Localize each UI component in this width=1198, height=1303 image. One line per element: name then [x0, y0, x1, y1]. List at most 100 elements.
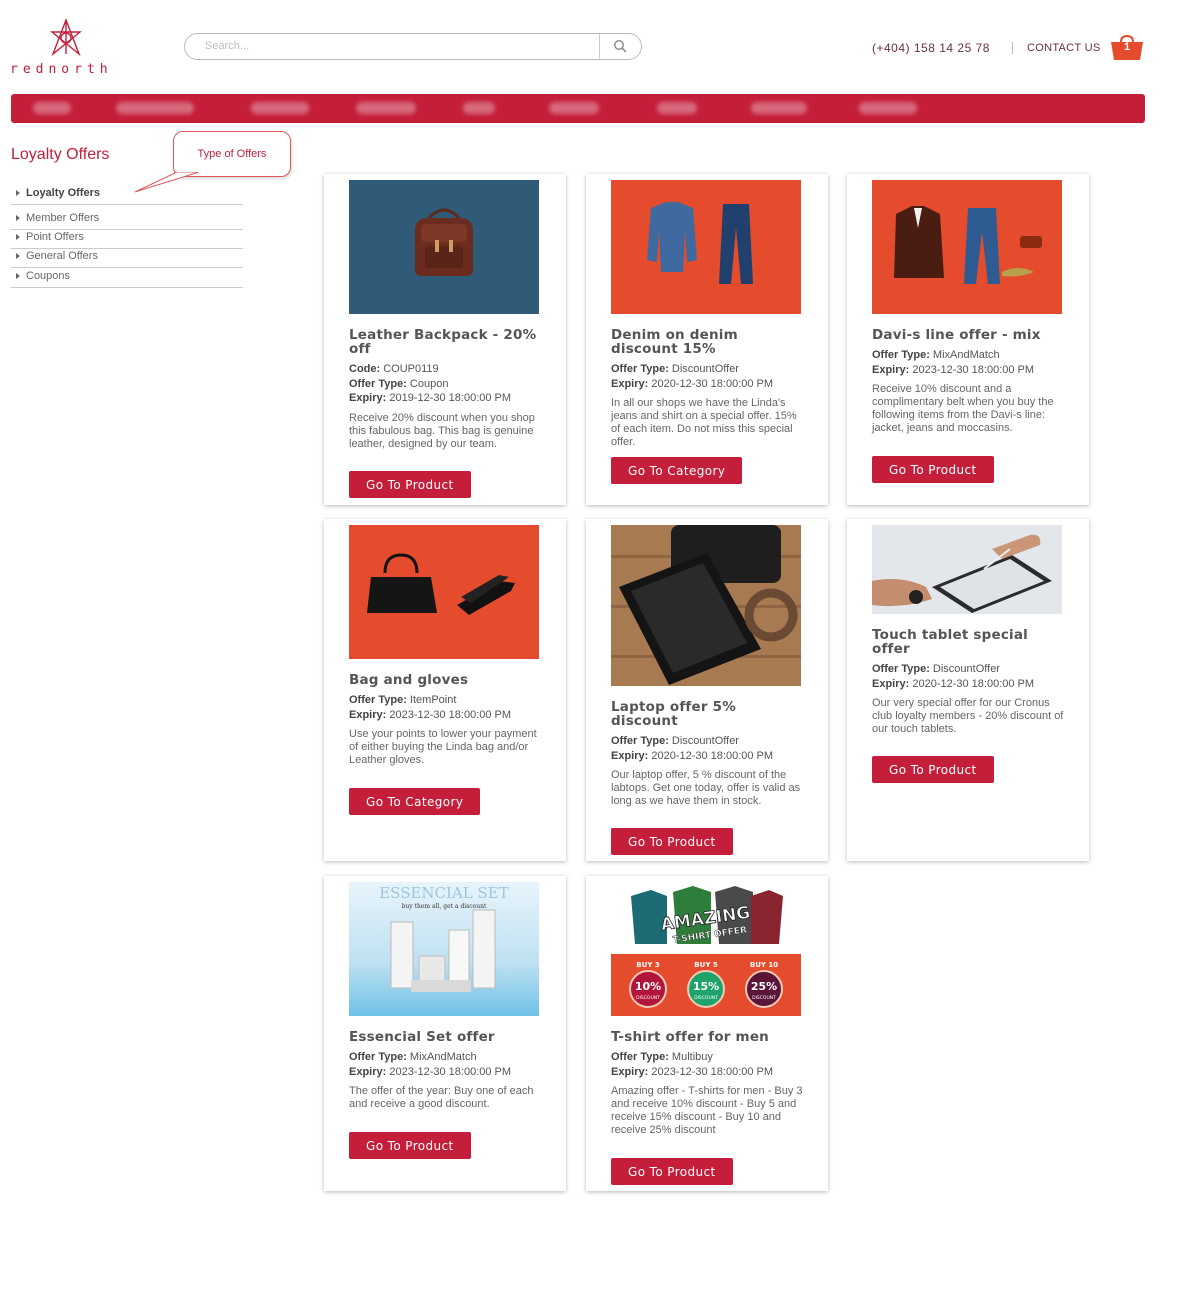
search-box[interactable]	[184, 33, 642, 60]
go-to-category-button[interactable]: Go To Category	[349, 788, 481, 815]
sidebar-item-loyalty-offers[interactable]: Loyalty Offers	[11, 187, 243, 205]
label: Expiry:	[872, 677, 910, 690]
go-to-product-button[interactable]: Go To Product	[349, 1132, 471, 1159]
label: Offer Type:	[349, 1051, 407, 1063]
sidebar-item-label: Member Offers	[26, 212, 100, 224]
label: Offer Type:	[611, 363, 669, 375]
offer-expiry: 2023-12-30 18:00:00 PM	[389, 708, 512, 721]
nav-item[interactable]	[657, 102, 697, 114]
main-navbar	[11, 94, 1145, 123]
nav-item[interactable]	[751, 102, 807, 114]
search-icon[interactable]	[613, 39, 627, 53]
offer-type-row: Offer Type: Multibuy	[611, 1050, 803, 1065]
contact-us-link[interactable]: CONTACT US	[1027, 42, 1101, 54]
essencial-set-image: ESSENCIAL SET buy them all, get a discou…	[349, 882, 539, 1016]
label: Expiry:	[349, 1065, 387, 1078]
offer-description: The offer of the year: Buy one of each a…	[349, 1085, 534, 1110]
offer-title: Touch tablet special offer	[872, 627, 1029, 657]
brand-logo[interactable]: rednorth	[10, 18, 130, 78]
offer-description: Our very special offer for our Cronus cl…	[872, 697, 1064, 735]
nav-item[interactable]	[549, 102, 599, 114]
label: Offer Type:	[611, 1051, 669, 1063]
offer-card: Laptop offer 5% discount Offer Type: Dis…	[586, 519, 828, 861]
offer-type: DiscountOffer	[932, 663, 1000, 675]
nav-item[interactable]	[463, 102, 495, 114]
offer-code: COUP0119	[383, 363, 439, 375]
sidebar-item-label: General Offers	[26, 250, 98, 262]
davis-line-outfit-image	[872, 180, 1062, 314]
offer-expiry: 2020-12-30 18:00:00 PM	[651, 749, 774, 762]
label: Expiry:	[872, 363, 910, 376]
header-divider	[1012, 42, 1013, 54]
offer-type-row: Offer Type: DiscountOffer	[611, 734, 803, 749]
offer-description: Receive 10% discount and a complimentary…	[872, 383, 1054, 434]
offer-title: Essencial Set offer	[349, 1029, 495, 1045]
offer-expiry-row: Expiry: 2023-12-30 18:00:00 PM	[611, 1065, 803, 1080]
essencial-image-title: ESSENCIAL SET	[379, 884, 509, 902]
offer-expiry: 2020-12-30 18:00:00 PM	[651, 377, 774, 390]
touch-tablet-image	[872, 525, 1062, 614]
nav-item[interactable]	[356, 102, 416, 114]
nav-item[interactable]	[116, 102, 194, 114]
offer-description: Our laptop offer, 5 % discount of the la…	[611, 769, 801, 807]
go-to-product-button[interactable]: Go To Product	[611, 1158, 733, 1185]
offer-expiry-row: Expiry: 2020-12-30 18:00:00 PM	[872, 677, 1064, 692]
offer-expiry-row: Expiry: 2023-12-30 18:00:00 PM	[349, 708, 541, 723]
offer-type-row: Offer Type: DiscountOffer	[611, 362, 803, 377]
label: Expiry:	[611, 1065, 649, 1078]
offer-card: Bag and gloves Offer Type: ItemPoint Exp…	[324, 519, 566, 861]
sidebar-item-member-offers[interactable]: Member Offers	[11, 212, 243, 230]
go-to-category-button[interactable]: Go To Category	[611, 457, 743, 484]
offer-title: Laptop offer 5% discount	[611, 699, 736, 729]
essencial-image-subtitle: buy them all, get a discount	[402, 903, 487, 910]
offer-body: Essencial Set offer Offer Type: MixAndMa…	[349, 1030, 541, 1111]
phone-number: (+404) 158 14 25 78	[872, 41, 990, 55]
bag-and-gloves-image	[349, 525, 539, 659]
offer-card: Denim on denim discount 15% Offer Type: …	[586, 174, 828, 505]
offer-type: Coupon	[409, 377, 449, 390]
label: Expiry:	[349, 708, 387, 721]
go-to-product-button[interactable]: Go To Product	[872, 756, 994, 783]
label: Code:	[349, 363, 381, 375]
leather-backpack-image	[349, 180, 539, 314]
sidebar-item-general-offers[interactable]: General Offers	[11, 250, 243, 268]
sidebar-item-point-offers[interactable]: Point Offers	[11, 231, 243, 249]
offer-type: ItemPoint	[409, 694, 457, 706]
go-to-product-button[interactable]: Go To Product	[611, 828, 733, 855]
cart-count: 1	[1123, 41, 1131, 53]
laptop-tablet-image	[611, 525, 801, 686]
cart-button[interactable]: 1	[1110, 35, 1144, 61]
offer-expiry-row: Expiry: 2023-12-30 18:00:00 PM	[349, 1065, 541, 1080]
callout-pointer	[134, 172, 200, 193]
nav-item[interactable]	[33, 102, 71, 114]
offer-title: Bag and gloves	[349, 672, 469, 688]
tshirt-offer-image: AMAZING T-SHIRT OFFER BUY 3 BUY 5 BUY 10…	[611, 882, 801, 1016]
sidebar-title: Loyalty Offers	[11, 146, 110, 163]
offer-title: T-shirt offer for men	[611, 1029, 769, 1045]
offer-title: Denim on denim discount 15%	[611, 327, 738, 357]
sidebar-item-coupons[interactable]: Coupons	[11, 270, 243, 288]
denim-outfit-image	[611, 180, 801, 314]
offer-card: Davi-s line offer - mix Offer Type: MixA…	[847, 174, 1089, 505]
offer-expiry-row: Expiry: 2020-12-30 18:00:00 PM	[611, 749, 803, 764]
offer-card: AMAZING T-SHIRT OFFER BUY 3 BUY 5 BUY 10…	[586, 876, 828, 1191]
offer-body: Laptop offer 5% discount Offer Type: Dis…	[611, 700, 803, 808]
search-input[interactable]	[203, 39, 587, 53]
offer-expiry: 2023-12-30 18:00:00 PM	[651, 1065, 774, 1078]
caret-right-icon	[16, 215, 20, 221]
nav-item[interactable]	[251, 102, 309, 114]
tier-percent: 15%	[693, 980, 719, 993]
offer-type: DiscountOffer	[671, 735, 739, 747]
offer-type: Multibuy	[671, 1051, 713, 1063]
nav-item[interactable]	[859, 102, 917, 114]
offer-expiry: 2020-12-30 18:00:00 PM	[912, 677, 1035, 690]
offer-body: T-shirt offer for men Offer Type: Multib…	[611, 1030, 803, 1137]
label: Offer Type:	[349, 377, 407, 390]
offer-expiry-row: Expiry: 2020-12-30 18:00:00 PM	[611, 377, 803, 392]
offer-expiry-row: Expiry: 2023-12-30 18:00:00 PM	[872, 363, 1064, 378]
go-to-product-button[interactable]: Go To Product	[872, 456, 994, 483]
tier-percent: 10%	[635, 980, 661, 993]
caret-right-icon	[16, 234, 20, 240]
go-to-product-button[interactable]: Go To Product	[349, 471, 471, 498]
callout-annotation: Type of Offers	[173, 131, 291, 177]
